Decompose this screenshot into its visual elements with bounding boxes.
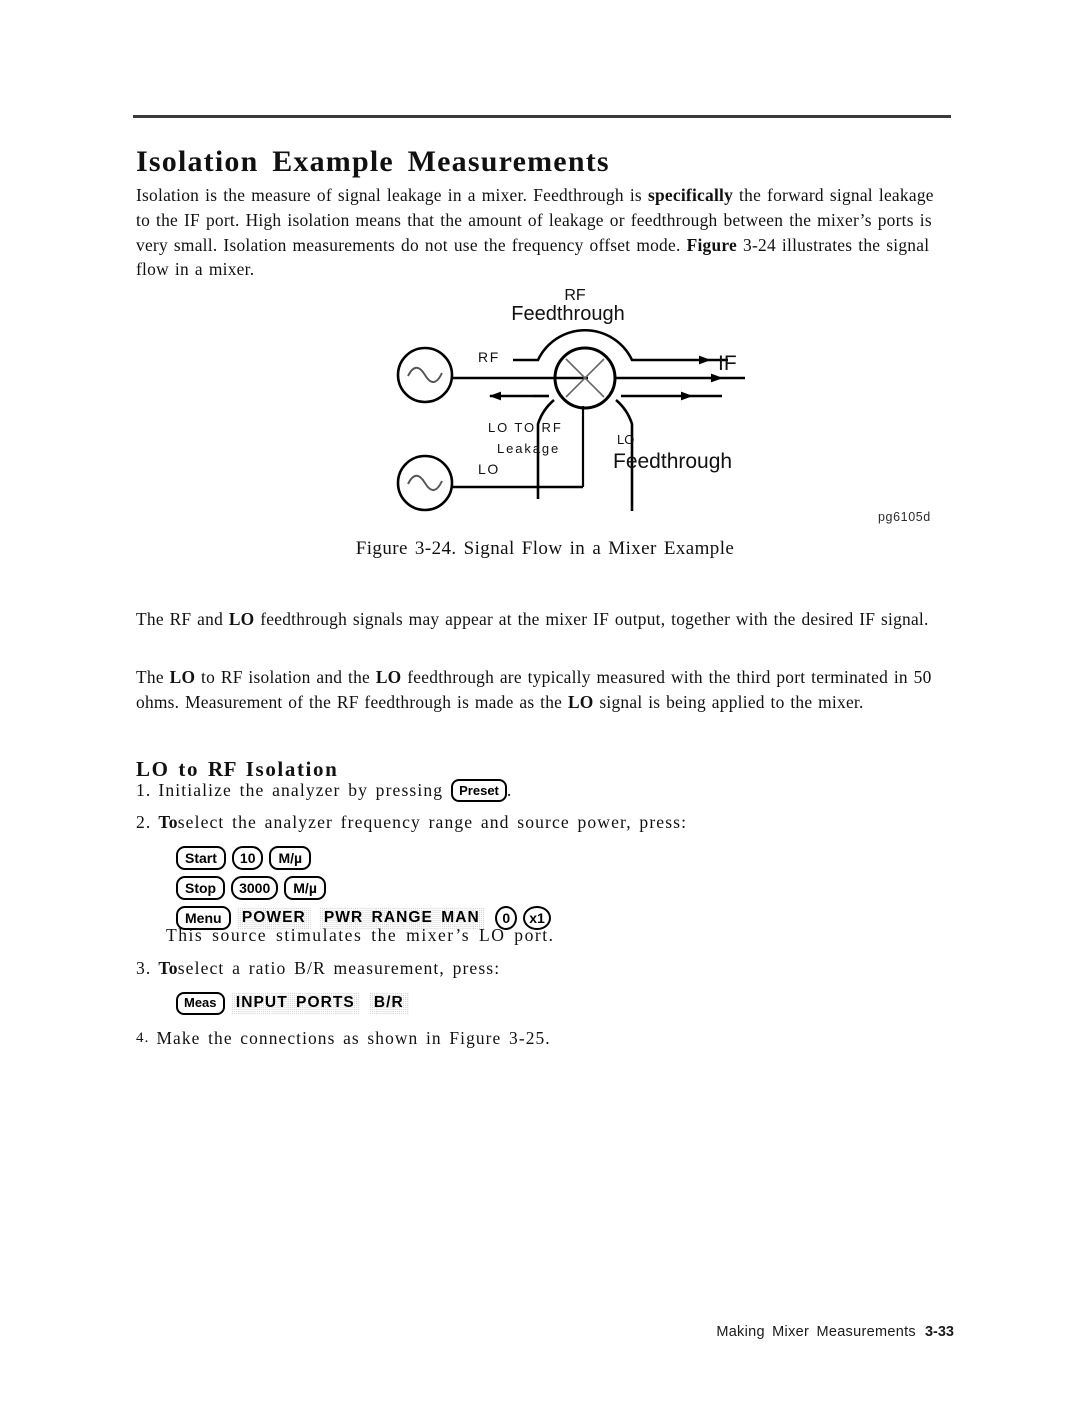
mixer-signal-flow-diagram: RF LO IF RF Feedthrough LO Feedthrough L… [396, 287, 745, 512]
hardkey-meas[interactable]: Meas [176, 991, 225, 1015]
softkey-input-ports[interactable]: INPUT PORTS [231, 992, 360, 1015]
p3-bold-lo-2: LO [375, 667, 402, 688]
intro-bold-figure: Figure [686, 234, 738, 255]
hardkey-10[interactable]: 10 [231, 846, 264, 870]
key-row-stop: Stop 3000 M/µ [176, 875, 551, 901]
key-sequence-frequency-power: Start 10 M/µ Stop 3000 M/µ Menu POWER PW… [176, 845, 551, 931]
step-3-text: select a ratio B/R measurement, press: [177, 958, 501, 978]
lo-to-rf-leakage-label-line1: LO TO RF [488, 420, 563, 435]
lo-to-rf-leakage-label-line2: Leakage [497, 441, 560, 456]
hardkey-mega-micro-1[interactable]: M/µ [269, 846, 312, 870]
hardkey-start[interactable]: Start [176, 846, 226, 870]
document-page: Isolation Example Measurements Isolation… [0, 0, 1080, 1409]
lo-port-label: LO [478, 461, 500, 477]
step-1: 1. Initialize the analyzer by pressing P… [136, 779, 512, 802]
step-2-number: 2. [136, 812, 152, 832]
step-4: 4. Make the connections as shown in Figu… [136, 1028, 551, 1049]
figure-id-code: pg6105d [878, 510, 931, 524]
rf-feedthrough-top-label: RF [564, 287, 586, 304]
hardkey-preset[interactable]: Preset [451, 779, 507, 802]
step-1-number: 1. [136, 780, 152, 800]
hardkey-stop[interactable]: Stop [176, 876, 226, 900]
p2-part2: feedthrough signals may appear at the mi… [254, 609, 929, 630]
step-2-text: select the analyzer frequency range and … [177, 812, 688, 832]
hardkey-mega-micro-2[interactable]: M/µ [284, 876, 326, 900]
step-3-number: 3. [136, 958, 152, 978]
footer-chapter: Making Mixer Measurements [716, 1324, 916, 1340]
step-1-period: . [506, 780, 513, 800]
intro-paragraph: Isolation is the measure of signal leaka… [136, 183, 948, 281]
step-3-bold-to: To [158, 958, 178, 978]
rf-feedthrough-path [513, 328, 652, 362]
step-1-text: Initialize the analyzer by pressing [158, 780, 444, 800]
intro-text-part1: Isolation is the measure of signal leaka… [136, 185, 648, 206]
page-footer: Making Mixer Measurements 3-33 [136, 1324, 954, 1340]
paragraph-lo-rf-isolation: The LO to RF isolation and the LO feedth… [136, 665, 942, 714]
key-row-start: Start 10 M/µ [176, 845, 551, 871]
figure-signal-flow-mixer: RF LO IF RF Feedthrough LO Feedthrough L… [370, 278, 960, 533]
key-sequence-measurement: Meas INPUT PORTS B/R [176, 990, 410, 1016]
rf-port-label: RF [478, 349, 500, 365]
page-title: Isolation Example Measurements [136, 145, 610, 179]
step-2-bold-to: To [158, 812, 178, 832]
heading-part2: Isolation [236, 757, 339, 782]
hardkey-3000[interactable]: 3000 [231, 876, 279, 900]
softkey-b-over-r[interactable]: B/R [369, 992, 409, 1015]
if-output-label: IF [718, 352, 737, 375]
intro-bold-specifically: specifically [647, 185, 734, 206]
p2-bold-lo: LO [228, 609, 255, 630]
header-rule [133, 115, 951, 118]
step-note-text: This source stimulates the mixer’s LO po… [166, 925, 555, 945]
paragraph-rf-lo-feedthrough: The RF and LO feedthrough signals may ap… [136, 607, 942, 632]
step-3: 3. To select a ratio B/R measurement, pr… [136, 958, 500, 979]
rf-feedthrough-label: Feedthrough [511, 303, 624, 325]
step-2: 2. To select the analyzer frequency rang… [136, 812, 687, 833]
figure-caption: Figure 3-24. Signal Flow in a Mixer Exam… [355, 538, 735, 559]
heading-part1: LO to [136, 757, 208, 782]
footer-page-number: 3-33 [924, 1324, 954, 1340]
step-note-source-stimulates: This source stimulates the mixer’s LO po… [166, 925, 555, 946]
p2-part1: The RF and [136, 609, 229, 630]
p3-part4: signal is being applied to the mixer. [593, 691, 864, 712]
heading-bold-rf: RF [207, 757, 237, 782]
lo-feedthrough-top-label: LO [617, 432, 634, 447]
p3-part1: The [136, 667, 170, 688]
step-4-number: 4. [136, 1030, 150, 1046]
p3-bold-lo-3: LO [567, 691, 594, 712]
lo-feedthrough-label: Feedthrough [613, 450, 732, 473]
key-row-meas: Meas INPUT PORTS B/R [176, 990, 410, 1016]
p3-part2: to RF isolation and the [195, 667, 376, 688]
p3-bold-lo-1: LO [169, 667, 196, 688]
step-4-text: Make the connections as shown in Figure … [156, 1028, 551, 1048]
